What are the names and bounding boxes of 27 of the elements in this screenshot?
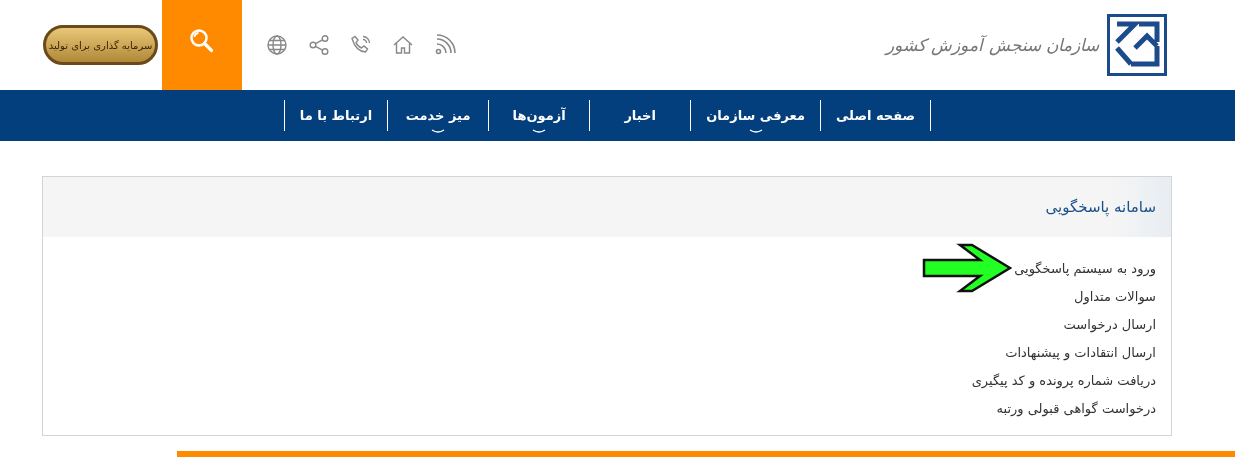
service-link[interactable]: درخواست گواهی قبولی ورتبه bbox=[996, 400, 1156, 416]
service-link[interactable]: ارسال انتقادات و پیشنهادات bbox=[1005, 344, 1156, 360]
logo-icon[interactable] bbox=[1107, 14, 1167, 76]
service-link[interactable]: سوالات متداول bbox=[1073, 288, 1156, 304]
caret-icon bbox=[431, 129, 446, 134]
nav-menu-item[interactable]: آزمون‌ها bbox=[489, 100, 591, 131]
nav-menu-item[interactable]: میز خدمت bbox=[388, 100, 490, 131]
service-link[interactable]: ارسال درخواست bbox=[1063, 316, 1156, 332]
search-button[interactable] bbox=[162, 0, 242, 90]
rss-icon[interactable] bbox=[434, 34, 456, 56]
nav-menu-item[interactable]: معرفی سازمان bbox=[691, 100, 821, 131]
panel-title: سامانه پاسخگویی bbox=[1045, 198, 1156, 216]
nav-menu-item[interactable]: اخبار bbox=[590, 100, 692, 131]
badge-text: سرمایه گذاری برای تولید bbox=[48, 39, 153, 51]
investment-badge[interactable]: سرمایه گذاری برای تولید bbox=[43, 25, 158, 65]
share-icon[interactable] bbox=[308, 34, 330, 56]
caret-icon bbox=[748, 129, 763, 134]
home-icon[interactable] bbox=[392, 34, 414, 56]
search-icon bbox=[189, 28, 215, 54]
service-link[interactable]: دریافت شماره پرونده و کد پیگیری bbox=[971, 372, 1156, 388]
caret-icon bbox=[532, 129, 547, 134]
globe-icon[interactable] bbox=[266, 34, 288, 56]
service-link[interactable]: ورود به سیستم پاسخگویی bbox=[1014, 260, 1156, 276]
nav-menu-item[interactable]: ارتباط با ما bbox=[283, 100, 389, 131]
nav-menu-item[interactable]: صفحه اصلی bbox=[820, 100, 932, 131]
phone-icon[interactable] bbox=[350, 34, 372, 56]
organization-name: سازمان سنجش آموزش کشور bbox=[885, 35, 1099, 55]
